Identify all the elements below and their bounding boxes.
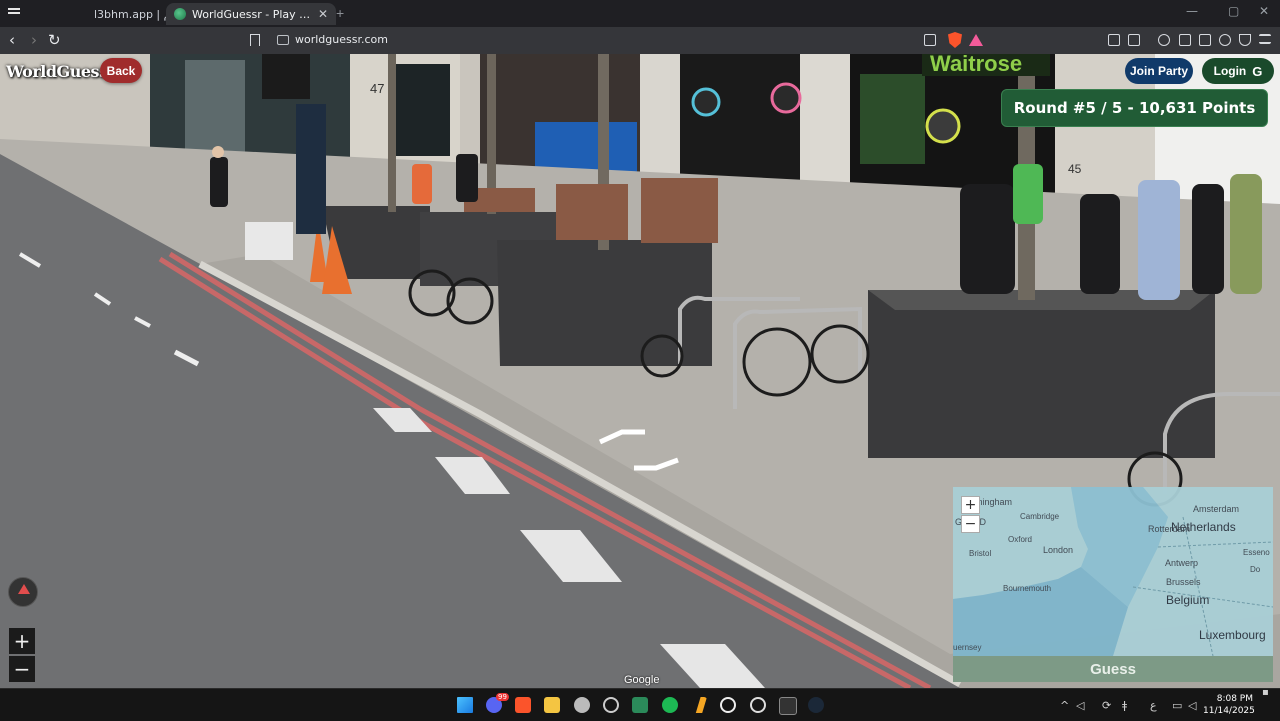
door-number-left: 47 bbox=[370, 81, 385, 96]
map-label-brussels: Brussels bbox=[1166, 577, 1201, 587]
tray-overflow-icon[interactable]: ^ bbox=[1060, 699, 1069, 712]
compass-icon[interactable] bbox=[8, 577, 38, 607]
round-status-banner: Round #5 / 5 - 10,631 Points bbox=[1001, 89, 1268, 127]
sidebar-icon[interactable] bbox=[1179, 34, 1191, 46]
tab-worldguessr[interactable]: WorldGuessr - Play Geoguessr fr ✕ bbox=[166, 3, 336, 25]
discord-badge: 99 bbox=[496, 693, 509, 701]
clock-time: 8:08 PM bbox=[1216, 694, 1253, 704]
map-label-antwerp: Antwerp bbox=[1165, 558, 1199, 568]
wallet-icon[interactable] bbox=[1199, 34, 1211, 46]
forward-nav-button[interactable]: › bbox=[31, 31, 37, 49]
tray-sync-icon[interactable]: ⟳ bbox=[1102, 699, 1111, 712]
worldguessr-favicon-icon bbox=[174, 8, 186, 20]
tab-title: WorldGuessr - Play Geoguessr fr bbox=[192, 7, 312, 21]
maximize-button[interactable]: ▢ bbox=[1228, 4, 1239, 18]
back-button[interactable]: Back bbox=[100, 58, 142, 83]
tray-volume-icon[interactable]: ◁ bbox=[1188, 699, 1196, 712]
reload-button[interactable]: ↻ bbox=[48, 31, 61, 49]
windows-taskbar: 99 ^ ◁ ⟳ ǂ ع ▭ ◁ 8:08 PM 11/14/2025 ▪ bbox=[0, 687, 1280, 721]
site-info-icon[interactable] bbox=[277, 35, 289, 45]
join-party-button[interactable]: Join Party bbox=[1125, 58, 1193, 84]
guess-minimap[interactable]: Birmingham GLAND Cambridge Oxford London… bbox=[953, 487, 1273, 656]
main-menu-icon[interactable] bbox=[1259, 34, 1271, 44]
media-icon[interactable] bbox=[1158, 34, 1170, 46]
close-tab-icon[interactable]: ✕ bbox=[318, 7, 328, 21]
map-label-bournemouth: Bournemouth bbox=[1003, 584, 1052, 593]
notification-icon[interactable]: ▪ bbox=[1262, 687, 1269, 698]
unity-icon[interactable] bbox=[574, 697, 590, 713]
browser-toolbar: ‹ › ↻ worldguessr.com bbox=[0, 27, 1280, 54]
app-icon[interactable] bbox=[695, 697, 707, 713]
login-label: Login bbox=[1213, 64, 1247, 78]
map-label-rotterdam: Rotterdam bbox=[1148, 524, 1191, 534]
google-watermark: Google bbox=[624, 674, 660, 686]
record-icon[interactable] bbox=[750, 697, 766, 713]
map-label-cambridge: Cambridge bbox=[1020, 512, 1060, 521]
address-bar[interactable]: worldguessr.com bbox=[268, 30, 988, 51]
brave-rewards-icon[interactable] bbox=[969, 34, 983, 46]
map-label-amsterdam: Amsterdam bbox=[1193, 504, 1240, 514]
minimize-button[interactable]: — bbox=[1186, 4, 1198, 18]
file-explorer-icon[interactable] bbox=[544, 697, 560, 713]
tray-mic-icon[interactable]: ǂ bbox=[1122, 699, 1127, 712]
command-prompt-icon[interactable] bbox=[779, 697, 797, 715]
back-nav-button[interactable]: ‹ bbox=[9, 31, 15, 49]
browser-menu-icon[interactable] bbox=[8, 8, 22, 16]
shop-sign: Waitrose bbox=[930, 54, 1023, 76]
leo-ai-icon[interactable] bbox=[1219, 34, 1231, 46]
map-zoom-in-button[interactable]: + bbox=[961, 496, 980, 514]
map-label-belgium: Belgium bbox=[1166, 593, 1210, 607]
worldguessr-logo: WorldGuessr bbox=[6, 62, 116, 81]
close-window-button[interactable]: ✕ bbox=[1259, 4, 1269, 18]
obs-icon[interactable] bbox=[720, 697, 736, 713]
keyboard-language[interactable]: ع bbox=[1150, 699, 1157, 712]
tray-speaker-icon[interactable]: ◁ bbox=[1076, 699, 1084, 712]
map-label-luxembourg: Luxembourg bbox=[1199, 628, 1266, 642]
terminal-green-icon[interactable] bbox=[632, 697, 648, 713]
map-label-guernsey: uernsey bbox=[953, 643, 982, 652]
gauge-icon[interactable] bbox=[603, 697, 619, 713]
clock-date: 11/14/2025 bbox=[1203, 706, 1255, 716]
google-icon: G bbox=[1252, 63, 1263, 79]
map-label-dortmund: Do bbox=[1250, 565, 1261, 574]
map-label-london: London bbox=[1043, 545, 1074, 555]
map-label-oxford: Oxford bbox=[1008, 535, 1033, 544]
extensions-icon[interactable] bbox=[1108, 34, 1120, 46]
tray-network-icon[interactable]: ▭ bbox=[1172, 699, 1182, 712]
streetview-zoom-in-button[interactable]: + bbox=[9, 628, 35, 654]
brave-browser-icon[interactable] bbox=[515, 697, 531, 713]
map-zoom-out-button[interactable]: − bbox=[961, 515, 980, 533]
door-number-right: 45 bbox=[1068, 162, 1082, 176]
map-label-essen: Esseno bbox=[1243, 548, 1270, 557]
guess-button[interactable]: Guess bbox=[953, 656, 1273, 682]
bookmark-icon[interactable] bbox=[250, 34, 260, 46]
map-label-bristol: Bristol bbox=[969, 549, 992, 558]
streetview-zoom-out-button[interactable]: − bbox=[9, 656, 35, 682]
share-icon[interactable] bbox=[924, 34, 936, 46]
system-clock[interactable]: 8:08 PM 11/14/2025 bbox=[1203, 693, 1255, 717]
url-text: worldguessr.com bbox=[295, 33, 388, 46]
login-button[interactable]: Login G bbox=[1202, 58, 1274, 84]
new-tab-button[interactable]: + bbox=[336, 5, 344, 21]
vpn-icon[interactable] bbox=[1239, 34, 1251, 46]
windows-start-icon[interactable] bbox=[457, 697, 473, 713]
steam-icon[interactable] bbox=[808, 697, 824, 713]
tab-strip: l3bhm.app | لعبهم WorldGuessr - Play Geo… bbox=[0, 0, 1280, 27]
spotify-icon[interactable] bbox=[662, 697, 678, 713]
screenshot-icon[interactable] bbox=[1128, 34, 1140, 46]
